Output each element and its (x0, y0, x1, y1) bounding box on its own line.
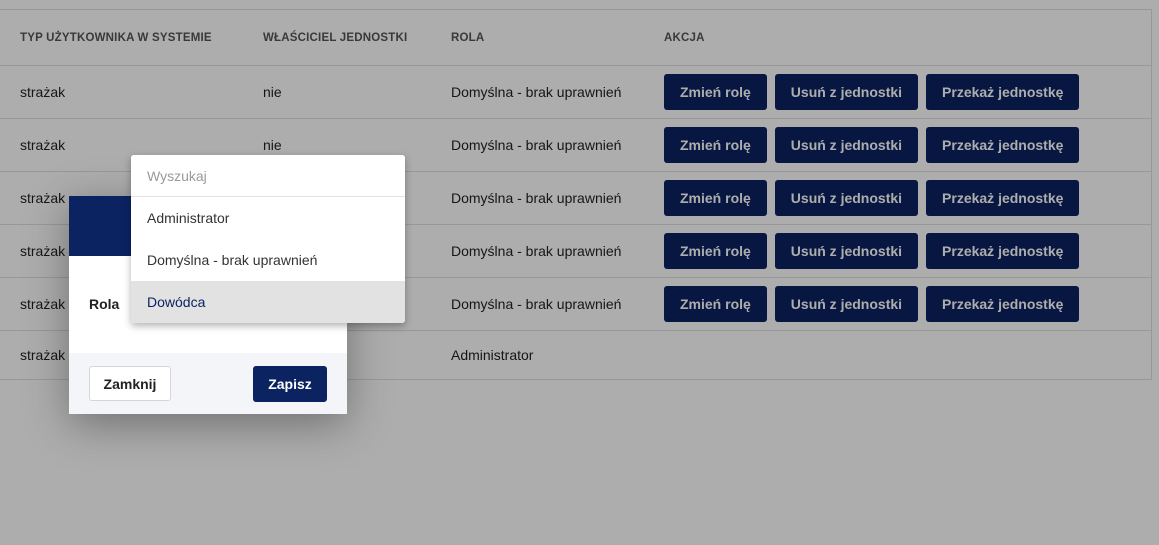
role-search-input[interactable] (131, 155, 405, 197)
role-field-label: Rola (89, 296, 120, 312)
role-dropdown-panel: Administrator Domyślna - brak uprawnień … (131, 155, 405, 323)
dialog-footer: Zamknij Zapisz (69, 353, 347, 414)
close-button[interactable]: Zamknij (89, 366, 171, 401)
role-option-administrator[interactable]: Administrator (131, 197, 405, 239)
role-option-default[interactable]: Domyślna - brak uprawnień (131, 239, 405, 281)
save-button[interactable]: Zapisz (253, 366, 327, 402)
role-option-dowodca[interactable]: Dowódca (131, 281, 405, 323)
